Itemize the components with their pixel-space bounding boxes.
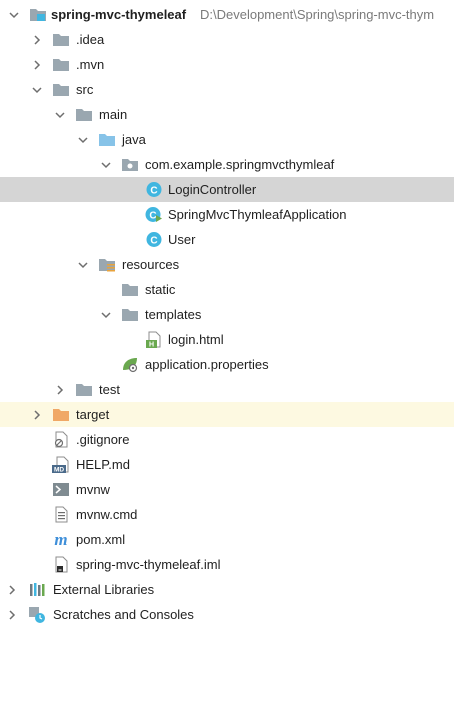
class-icon-letter: C — [150, 186, 157, 197]
folder-icon — [75, 106, 93, 123]
folder-label: .mvn — [76, 57, 105, 72]
file-label: pom.xml — [76, 532, 126, 547]
file-label: mvnw — [76, 482, 110, 497]
chevron-down-icon[interactable] — [98, 302, 114, 327]
tree-node-scratches[interactable]: Scratches and Consoles — [0, 602, 454, 627]
chevron-right-icon[interactable] — [29, 27, 45, 52]
tree-node-resources[interactable]: resources — [0, 252, 454, 277]
spring-boot-class-icon: C — [145, 206, 163, 223]
excluded-folder-icon — [52, 406, 70, 423]
folder-label: .idea — [76, 32, 105, 47]
chevron-right-icon[interactable] — [29, 52, 45, 77]
markdown-file-icon: MD — [52, 456, 70, 473]
tree-node-gitignore[interactable]: .gitignore — [0, 427, 454, 452]
tree-node-iml[interactable]: spring-mvc-thymeleaf.iml — [0, 552, 454, 577]
chevron-down-icon[interactable] — [98, 152, 114, 177]
tree-node-project-root[interactable]: spring-mvc-thymeleaf D:\Development\Spri… — [0, 2, 454, 27]
tree-node-package[interactable]: com.example.springmvcthymleaf — [0, 152, 454, 177]
module-folder-icon — [29, 6, 47, 23]
spring-properties-icon — [121, 356, 139, 373]
package-icon — [121, 156, 139, 173]
file-label: LoginController — [168, 182, 257, 197]
folder-label: src — [76, 82, 94, 97]
chevron-down-icon[interactable] — [29, 77, 45, 102]
module-file-icon — [52, 556, 70, 573]
chevron-down-icon[interactable] — [75, 127, 91, 152]
tree-node-login-controller[interactable]: C LoginController — [0, 177, 454, 202]
tree-node-application-properties[interactable]: application.properties — [0, 352, 454, 377]
tree-node-application-class[interactable]: C SpringMvcThymleafApplication — [0, 202, 454, 227]
file-label: mvnw.cmd — [76, 507, 138, 522]
tree-node-mvnw-cmd[interactable]: mvnw.cmd — [0, 502, 454, 527]
folder-label: templates — [145, 307, 202, 322]
shell-script-icon — [52, 481, 70, 498]
tree-node-templates[interactable]: templates — [0, 302, 454, 327]
folder-icon — [52, 56, 70, 73]
file-label: application.properties — [145, 357, 269, 372]
tree-node-mvn[interactable]: .mvn — [0, 52, 454, 77]
class-icon: C — [145, 181, 163, 198]
folder-label: test — [99, 382, 120, 397]
tree-node-static[interactable]: static — [0, 277, 454, 302]
folder-icon — [52, 31, 70, 48]
file-label: spring-mvc-thymeleaf.iml — [76, 557, 221, 572]
folder-label: static — [145, 282, 176, 297]
markdown-badge: MD — [54, 467, 64, 474]
html-badge: H — [149, 342, 154, 349]
tree-node-login-html[interactable]: H login.html — [0, 327, 454, 352]
tree-node-mvnw[interactable]: mvnw — [0, 477, 454, 502]
folder-icon — [121, 281, 139, 298]
folder-icon — [52, 81, 70, 98]
tree-node-pom[interactable]: m pom.xml — [0, 527, 454, 552]
tree-node-external-libraries[interactable]: External Libraries — [0, 577, 454, 602]
project-path: D:\Development\Spring\spring-mvc-thym — [200, 7, 435, 22]
file-label: HELP.md — [76, 457, 130, 472]
chevron-down-icon[interactable] — [75, 252, 91, 277]
scratches-icon — [28, 606, 46, 623]
project-tree: spring-mvc-thymeleaf D:\Development\Spri… — [0, 2, 454, 627]
tree-node-java[interactable]: java — [0, 127, 454, 152]
tree-node-target[interactable]: target — [0, 402, 454, 427]
tree-node-main[interactable]: main — [0, 102, 454, 127]
html-file-icon: H — [145, 331, 163, 348]
root-label: Scratches and Consoles — [53, 607, 194, 622]
maven-icon: m — [52, 531, 70, 548]
root-label: External Libraries — [53, 582, 155, 597]
folder-label: target — [76, 407, 110, 422]
chevron-right-icon[interactable] — [4, 577, 20, 602]
text-file-icon — [52, 506, 70, 523]
class-icon-letter: C — [150, 236, 157, 247]
ignore-file-icon — [52, 431, 70, 448]
resources-folder-icon — [98, 256, 116, 273]
source-folder-icon — [98, 131, 116, 148]
file-label: login.html — [168, 332, 224, 347]
class-icon: C — [145, 231, 163, 248]
chevron-right-icon[interactable] — [52, 377, 68, 402]
maven-glyph: m — [54, 531, 67, 548]
file-label: User — [168, 232, 196, 247]
chevron-right-icon[interactable] — [4, 602, 20, 627]
folder-icon — [121, 306, 139, 323]
class-icon-letter: C — [149, 211, 156, 222]
tree-node-test[interactable]: test — [0, 377, 454, 402]
tree-node-idea[interactable]: .idea — [0, 27, 454, 52]
chevron-down-icon[interactable] — [52, 102, 68, 127]
folder-label: java — [122, 132, 146, 147]
folder-label: resources — [122, 257, 180, 272]
folder-icon — [75, 381, 93, 398]
tree-node-user[interactable]: C User — [0, 227, 454, 252]
library-icon — [28, 581, 46, 598]
project-name: spring-mvc-thymeleaf — [51, 7, 187, 22]
package-label: com.example.springmvcthymleaf — [145, 157, 335, 172]
tree-node-src[interactable]: src — [0, 77, 454, 102]
tree-node-help-md[interactable]: MD HELP.md — [0, 452, 454, 477]
chevron-down-icon[interactable] — [6, 2, 22, 27]
chevron-right-icon[interactable] — [29, 402, 45, 427]
file-label: SpringMvcThymleafApplication — [168, 207, 347, 222]
file-label: .gitignore — [76, 432, 130, 447]
folder-label: main — [99, 107, 128, 122]
